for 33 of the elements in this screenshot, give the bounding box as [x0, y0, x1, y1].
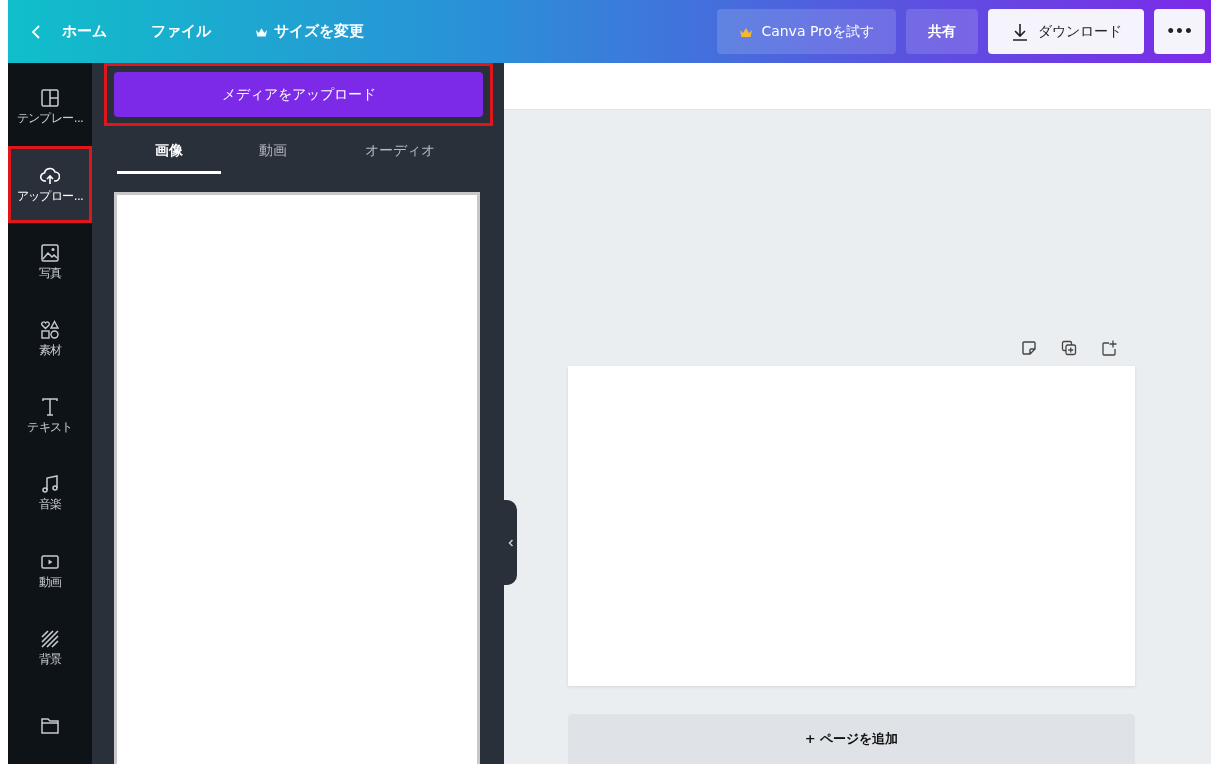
duplicate-icon[interactable] [1061, 340, 1077, 356]
sidebar-item[interactable]: 背景 [8, 609, 92, 687]
sidebar-item[interactable]: アップロー... [8, 146, 92, 224]
sidebar-item[interactable]: 音楽 [8, 455, 92, 533]
cloud-upload-icon [40, 165, 60, 186]
sidebar-item[interactable]: テキスト [8, 377, 92, 456]
download-button[interactable]: ダウンロード [988, 9, 1145, 54]
sidebar-item[interactable]: 写真 [8, 223, 92, 301]
more-button[interactable]: ••• [1154, 9, 1205, 54]
media-tab[interactable]: 動画 [221, 140, 325, 174]
sidebar-item[interactable]: 動画 [8, 532, 92, 610]
sidebar-item[interactable]: 素材 [8, 300, 92, 378]
add-page-icon[interactable] [1101, 340, 1117, 356]
chevron-left-icon [507, 538, 514, 547]
sidebar-item[interactable]: テンプレー... [8, 69, 92, 147]
media-tab[interactable]: オーディオ [325, 140, 475, 174]
media-tab[interactable]: 画像 [117, 140, 221, 174]
stripes-icon [40, 628, 60, 649]
music-note-icon [40, 474, 60, 495]
upload-media-button[interactable]: メディアをアップロード [114, 72, 483, 117]
add-page-button[interactable]: + ページを追加 [568, 714, 1135, 764]
shapes-icon [40, 319, 60, 340]
image-icon [40, 242, 60, 263]
back-icon [30, 23, 42, 40]
template-icon [40, 88, 60, 109]
note-icon[interactable] [1021, 340, 1037, 356]
try-pro-button[interactable]: Canva Proを試す [717, 9, 897, 54]
crown-icon [255, 26, 268, 37]
crown-icon [739, 26, 754, 37]
share-button[interactable]: 共有 [906, 9, 979, 54]
folder-icon [40, 715, 60, 736]
collapse-handle[interactable] [504, 500, 517, 585]
text-icon [40, 397, 60, 418]
